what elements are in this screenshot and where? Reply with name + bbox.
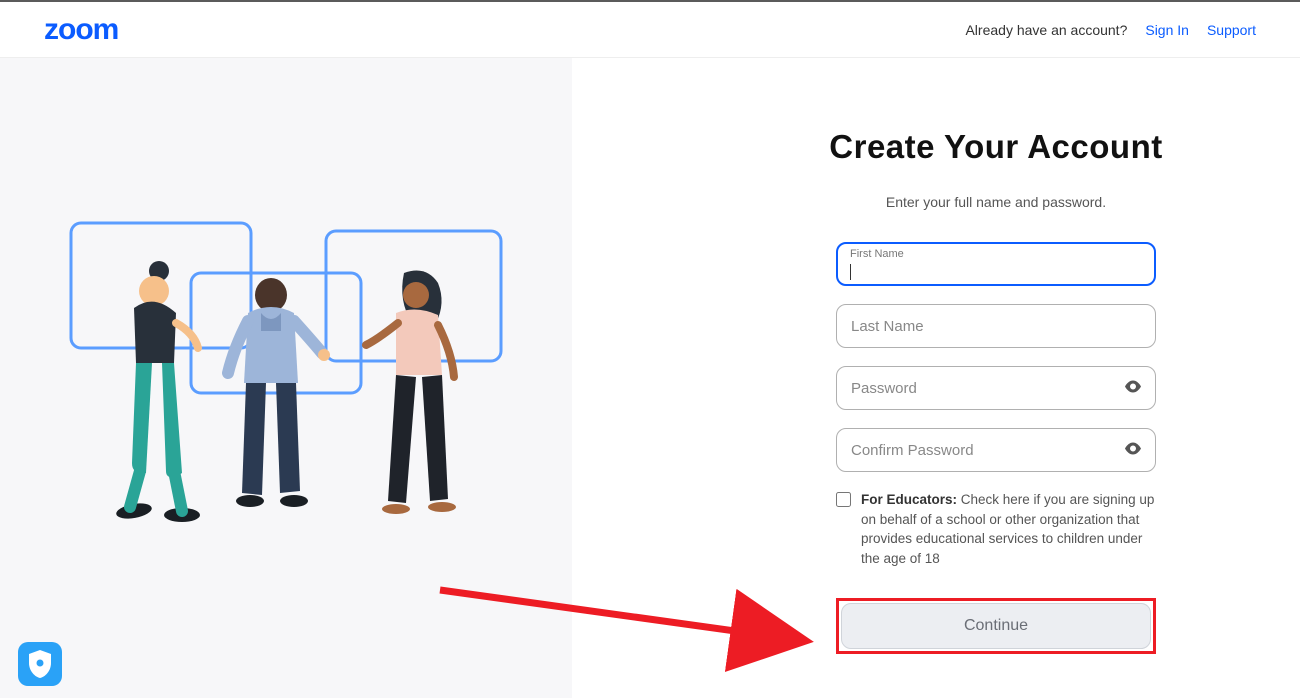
- eye-icon[interactable]: [1124, 442, 1142, 459]
- header: zoom Already have an account? Sign In Su…: [0, 2, 1300, 58]
- already-have-account-text: Already have an account?: [965, 22, 1127, 38]
- continue-highlight-box: Continue: [836, 598, 1156, 654]
- educators-checkbox-row[interactable]: For Educators: Check here if you are sig…: [836, 490, 1156, 568]
- eye-icon[interactable]: [1124, 380, 1142, 397]
- people-screens-illustration: [66, 213, 506, 543]
- shield-icon: [27, 649, 53, 679]
- header-right: Already have an account? Sign In Support: [965, 22, 1256, 38]
- illustration-panel: [0, 58, 572, 698]
- first-name-field: First Name: [836, 242, 1156, 286]
- last-name-field: [836, 304, 1156, 348]
- privacy-shield-badge[interactable]: [18, 642, 62, 686]
- educators-checkbox[interactable]: [836, 492, 851, 507]
- page-subtitle: Enter your full name and password.: [812, 194, 1180, 210]
- confirm-password-field: [836, 428, 1156, 472]
- educators-text: For Educators: Check here if you are sig…: [861, 490, 1156, 568]
- main: Create Your Account Enter your full name…: [0, 58, 1300, 698]
- support-link[interactable]: Support: [1207, 22, 1256, 38]
- confirm-password-input[interactable]: [836, 428, 1156, 472]
- page-title: Create Your Account: [812, 128, 1180, 166]
- first-name-label: First Name: [850, 248, 904, 260]
- illustration-svg: [66, 213, 506, 543]
- form-panel: Create Your Account Enter your full name…: [572, 58, 1300, 698]
- continue-button[interactable]: Continue: [841, 603, 1151, 649]
- text-cursor: [850, 264, 851, 280]
- password-input[interactable]: [836, 366, 1156, 410]
- signup-form: First Name For Educa: [836, 242, 1156, 654]
- last-name-input[interactable]: [836, 304, 1156, 348]
- sign-in-link[interactable]: Sign In: [1145, 22, 1189, 38]
- zoom-logo[interactable]: zoom: [44, 13, 118, 47]
- password-field: [836, 366, 1156, 410]
